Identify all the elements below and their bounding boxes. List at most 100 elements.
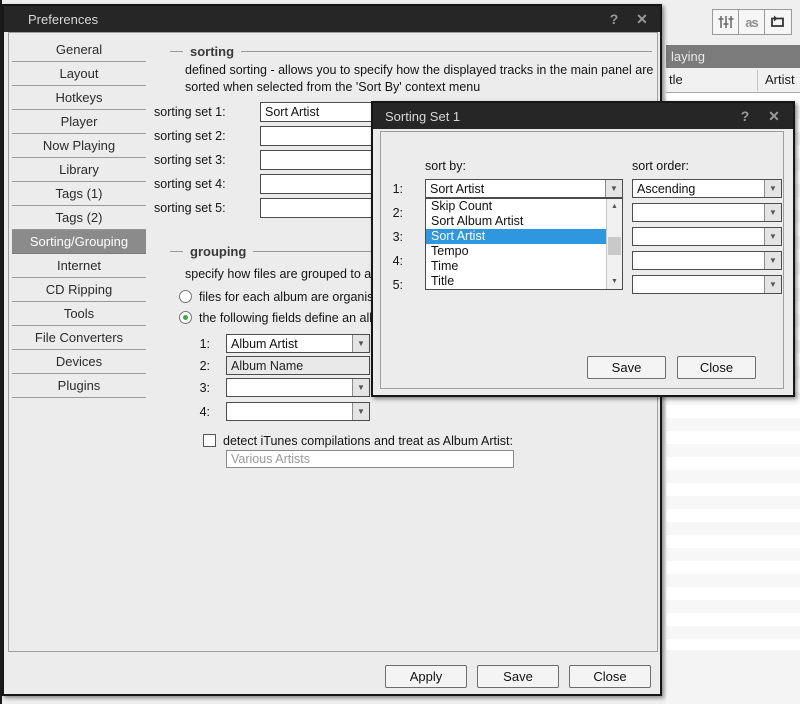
grouping-field-4-label: 4: xyxy=(199,405,210,419)
fields-define-album-radio-label: the following fields define an albu xyxy=(199,311,384,325)
now-playing-label: laying xyxy=(671,49,705,64)
grouping-field-3-label: 3: xyxy=(199,381,210,395)
save-button[interactable]: Save xyxy=(477,665,559,688)
sidebar-item-file-converters[interactable]: File Converters xyxy=(12,326,146,350)
dropdown-item-sort-artist[interactable]: Sort Artist xyxy=(426,229,622,244)
tracklist-column-header[interactable]: tle Artist xyxy=(666,68,800,93)
dropdown-scrollbar[interactable]: ▲ ▼ xyxy=(606,199,622,289)
sidebar-item-plugins[interactable]: Plugins xyxy=(12,374,146,398)
help-button[interactable]: ? xyxy=(604,10,624,28)
sort-by-combo-1[interactable]: Sort Artist ▼ xyxy=(425,179,623,198)
close-window-button[interactable]: ✕ xyxy=(632,10,652,28)
row-2-number: 2: xyxy=(392,206,403,220)
chevron-down-icon[interactable]: ▼ xyxy=(764,276,781,293)
preferences-titlebar[interactable]: Preferences ? ✕ xyxy=(4,6,660,32)
grouping-field-1-value: Album Artist xyxy=(231,336,298,351)
sidebar-item-cd-ripping[interactable]: CD Ripping xyxy=(12,278,146,302)
grouping-field-2-combo: Album Name xyxy=(226,356,370,375)
help-button[interactable]: ? xyxy=(735,107,755,125)
sorting-set-titlebar[interactable]: Sorting Set 1 ? ✕ xyxy=(373,103,793,129)
scroll-down-icon[interactable]: ▼ xyxy=(607,274,622,289)
sort-by-combo-1-value: Sort Artist xyxy=(430,181,485,196)
sort-order-combo-5[interactable]: ▼ xyxy=(632,275,782,294)
sort-order-label: sort order: xyxy=(632,159,689,173)
repeat-button[interactable] xyxy=(765,10,791,34)
dropdown-item-title[interactable]: Title xyxy=(426,274,622,289)
chevron-down-icon[interactable]: ▼ xyxy=(605,180,622,197)
dropdown-item-skip-count[interactable]: Skip Count xyxy=(426,199,622,214)
grouping-field-2-label: 2: xyxy=(199,359,210,373)
scrollbar-thumb[interactable] xyxy=(608,237,621,255)
scroll-up-icon[interactable]: ▲ xyxy=(607,199,622,214)
sidebar-item-sorting-grouping[interactable]: Sorting/Grouping xyxy=(12,230,146,254)
repeat-icon xyxy=(771,15,784,27)
detect-itunes-compilations-label: detect iTunes compilations and treat as … xyxy=(223,434,513,448)
sidebar-item-now-playing[interactable]: Now Playing xyxy=(12,134,146,158)
row-3-number: 3: xyxy=(392,230,403,244)
sidebar-item-tools[interactable]: Tools xyxy=(12,302,146,326)
sort-by-dropdown-list: Skip Count Sort Album Artist Sort Artist… xyxy=(425,198,623,290)
sidebar-item-tags-2[interactable]: Tags (2) xyxy=(12,206,146,230)
sorting-set-3-label: sorting set 3: xyxy=(154,153,226,167)
title-column-partial[interactable]: tle xyxy=(666,72,683,87)
sorting-set-4-label: sorting set 4: xyxy=(154,177,226,191)
dialog-save-button[interactable]: Save xyxy=(587,356,666,379)
sorting-description-line2: sorted when selected from the 'Sort By' … xyxy=(185,80,481,94)
chevron-down-icon[interactable]: ▼ xyxy=(352,403,369,420)
header-rule xyxy=(170,251,183,252)
row-1-number: 1: xyxy=(392,182,403,196)
sidebar-item-general[interactable]: General xyxy=(12,38,146,62)
lastfm-icon: as xyxy=(745,14,759,30)
dialog-title: Sorting Set 1 xyxy=(385,108,461,124)
dropdown-item-time[interactable]: Time xyxy=(426,259,622,274)
equalizer-button[interactable] xyxy=(713,10,739,34)
chevron-down-icon[interactable]: ▼ xyxy=(764,252,781,269)
lastfm-button[interactable]: as xyxy=(739,10,765,34)
album-folder-radio[interactable] xyxy=(179,290,192,303)
grouping-field-4-combo[interactable]: ▼ xyxy=(226,402,370,421)
sorting-set-2-label: sorting set 2: xyxy=(154,129,226,143)
compilation-artist-field[interactable] xyxy=(226,450,514,468)
header-rule xyxy=(170,51,183,52)
chevron-down-icon[interactable]: ▼ xyxy=(764,180,781,197)
dialog-close-button[interactable]: Close xyxy=(677,356,756,379)
detect-itunes-compilations-checkbox[interactable] xyxy=(203,434,216,447)
fields-define-album-radio[interactable] xyxy=(179,311,192,324)
row-4-number: 4: xyxy=(392,254,403,268)
dropdown-item-sort-album-artist[interactable]: Sort Album Artist xyxy=(426,214,622,229)
sidebar-item-tags-1[interactable]: Tags (1) xyxy=(12,182,146,206)
close-window-button[interactable]: ✕ xyxy=(764,107,784,125)
sort-order-combo-2[interactable]: ▼ xyxy=(632,203,782,222)
sort-order-combo-1-value: Ascending xyxy=(637,181,696,196)
grouping-description: specify how files are grouped to an a xyxy=(185,267,389,281)
background-toolbar: as xyxy=(712,9,792,35)
sidebar-item-layout[interactable]: Layout xyxy=(12,62,146,86)
sidebar-item-internet[interactable]: Internet xyxy=(12,254,146,278)
chevron-down-icon[interactable]: ▼ xyxy=(352,335,369,352)
apply-button[interactable]: Apply xyxy=(385,665,467,688)
sort-order-combo-3[interactable]: ▼ xyxy=(632,227,782,246)
sidebar-item-player[interactable]: Player xyxy=(12,110,146,134)
close-button[interactable]: Close xyxy=(569,665,651,688)
sidebar-item-devices[interactable]: Devices xyxy=(12,350,146,374)
sort-order-combo-4[interactable]: ▼ xyxy=(632,251,782,270)
grouping-field-2-value: Album Name xyxy=(231,358,304,373)
sidebar-item-hotkeys[interactable]: Hotkeys xyxy=(12,86,146,110)
column-divider xyxy=(757,70,758,91)
chevron-down-icon[interactable]: ▼ xyxy=(764,204,781,221)
album-folder-radio-label: files for each album are organised xyxy=(199,290,388,304)
artist-column[interactable]: Artist xyxy=(765,68,795,92)
grouping-header-label: grouping xyxy=(190,244,247,259)
header-rule xyxy=(241,51,652,52)
now-playing-header: laying xyxy=(666,45,800,68)
dropdown-item-tempo[interactable]: Tempo xyxy=(426,244,622,259)
chevron-down-icon[interactable]: ▼ xyxy=(352,379,369,396)
sidebar-item-library[interactable]: Library xyxy=(12,158,146,182)
sorting-set-1-label: sorting set 1: xyxy=(154,105,226,119)
grouping-field-1-combo[interactable]: Album Artist ▼ xyxy=(226,334,370,353)
grouping-field-3-combo[interactable]: ▼ xyxy=(226,378,370,397)
sort-order-combo-1[interactable]: Ascending ▼ xyxy=(632,179,782,198)
chevron-down-icon[interactable]: ▼ xyxy=(764,228,781,245)
sorting-set-dialog: Sorting Set 1 ? ✕ sort by: sort order: 1… xyxy=(371,101,795,397)
sort-by-label: sort by: xyxy=(425,159,466,173)
